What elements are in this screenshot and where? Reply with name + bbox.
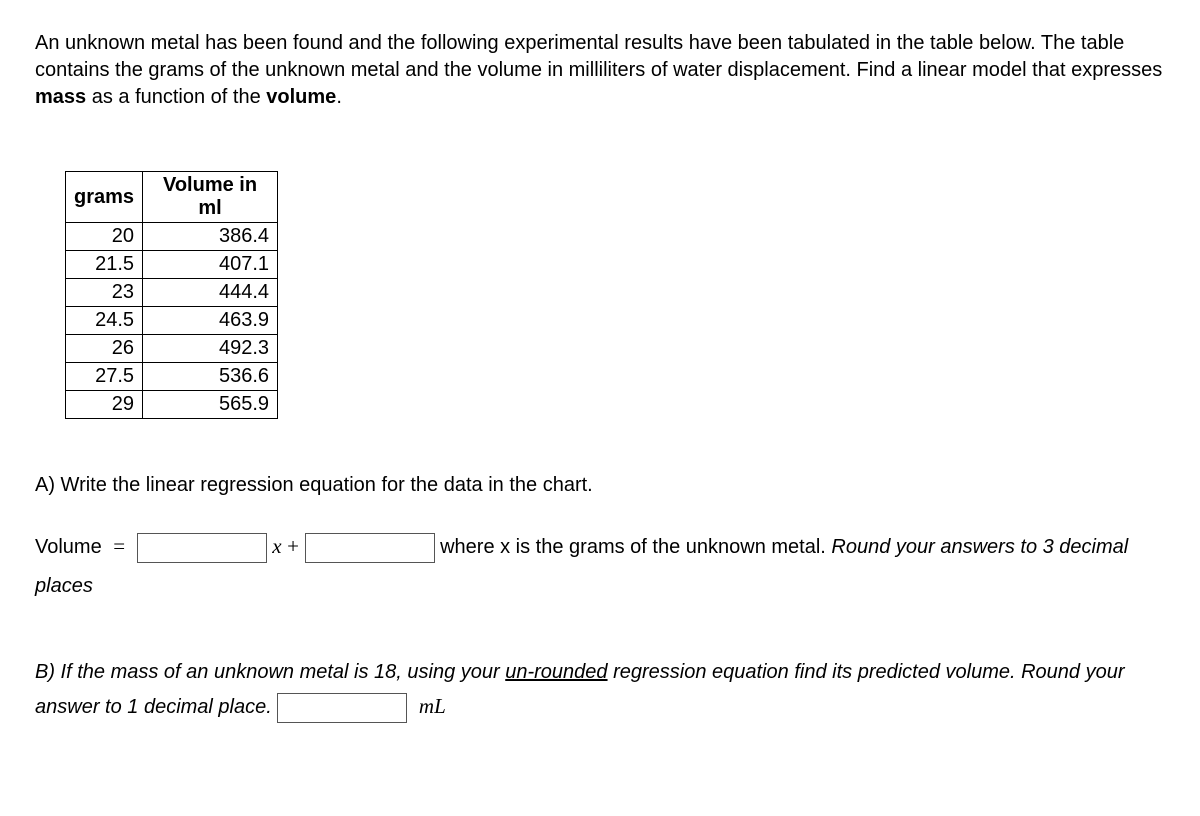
plus-sign: + — [287, 534, 299, 558]
cell-grams: 26 — [66, 335, 143, 363]
equation-tail: where x is the grams of the unknown meta… — [440, 536, 831, 558]
intercept-input[interactable] — [305, 533, 435, 563]
cell-volume: 407.1 — [143, 251, 278, 279]
volume-word: volume — [266, 86, 336, 108]
x-variable: x — [272, 534, 281, 558]
predicted-volume-input[interactable] — [277, 693, 407, 723]
cell-volume: 444.4 — [143, 279, 278, 307]
table-row: 27.5536.6 — [66, 363, 278, 391]
intro-text-3: . — [336, 86, 342, 108]
cell-grams: 21.5 — [66, 251, 143, 279]
cell-grams: 23 — [66, 279, 143, 307]
cell-grams: 20 — [66, 223, 143, 251]
table-header-volume: Volume in ml — [143, 172, 278, 223]
part-b-prompt: B) If the mass of an unknown metal is 18… — [35, 655, 1165, 725]
volume-label: Volume — [35, 536, 107, 558]
equation-line: Volume = x + where x is the grams of the… — [35, 527, 1165, 605]
cell-volume: 386.4 — [143, 223, 278, 251]
slope-input[interactable] — [137, 533, 267, 563]
cell-volume: 492.3 — [143, 335, 278, 363]
cell-volume: 565.9 — [143, 391, 278, 419]
intro-text-2: as a function of the — [86, 86, 266, 108]
table-row: 29565.9 — [66, 391, 278, 419]
part-b-text-1: B) If the mass of an unknown metal is 18… — [35, 661, 505, 683]
table-header-grams: grams — [66, 172, 143, 223]
table-row: 21.5407.1 — [66, 251, 278, 279]
table-row: 26492.3 — [66, 335, 278, 363]
intro-text-1: An unknown metal has been found and the … — [35, 32, 1162, 81]
table-row: 20386.4 — [66, 223, 278, 251]
table-row: 23444.4 — [66, 279, 278, 307]
problem-statement: An unknown metal has been found and the … — [35, 30, 1165, 111]
part-a-prompt: A) Write the linear regression equation … — [35, 474, 1165, 497]
cell-volume: 536.6 — [143, 363, 278, 391]
unrounded-word: un-rounded — [505, 661, 607, 683]
table-row: 24.5463.9 — [66, 307, 278, 335]
equals-sign: = — [107, 534, 131, 558]
cell-grams: 29 — [66, 391, 143, 419]
cell-grams: 27.5 — [66, 363, 143, 391]
data-table: grams Volume in ml 20386.4 21.5407.1 234… — [65, 171, 278, 419]
mL-unit: mL — [419, 694, 446, 718]
cell-volume: 463.9 — [143, 307, 278, 335]
data-table-container: grams Volume in ml 20386.4 21.5407.1 234… — [65, 171, 1165, 419]
cell-grams: 24.5 — [66, 307, 143, 335]
mass-word: mass — [35, 86, 86, 108]
